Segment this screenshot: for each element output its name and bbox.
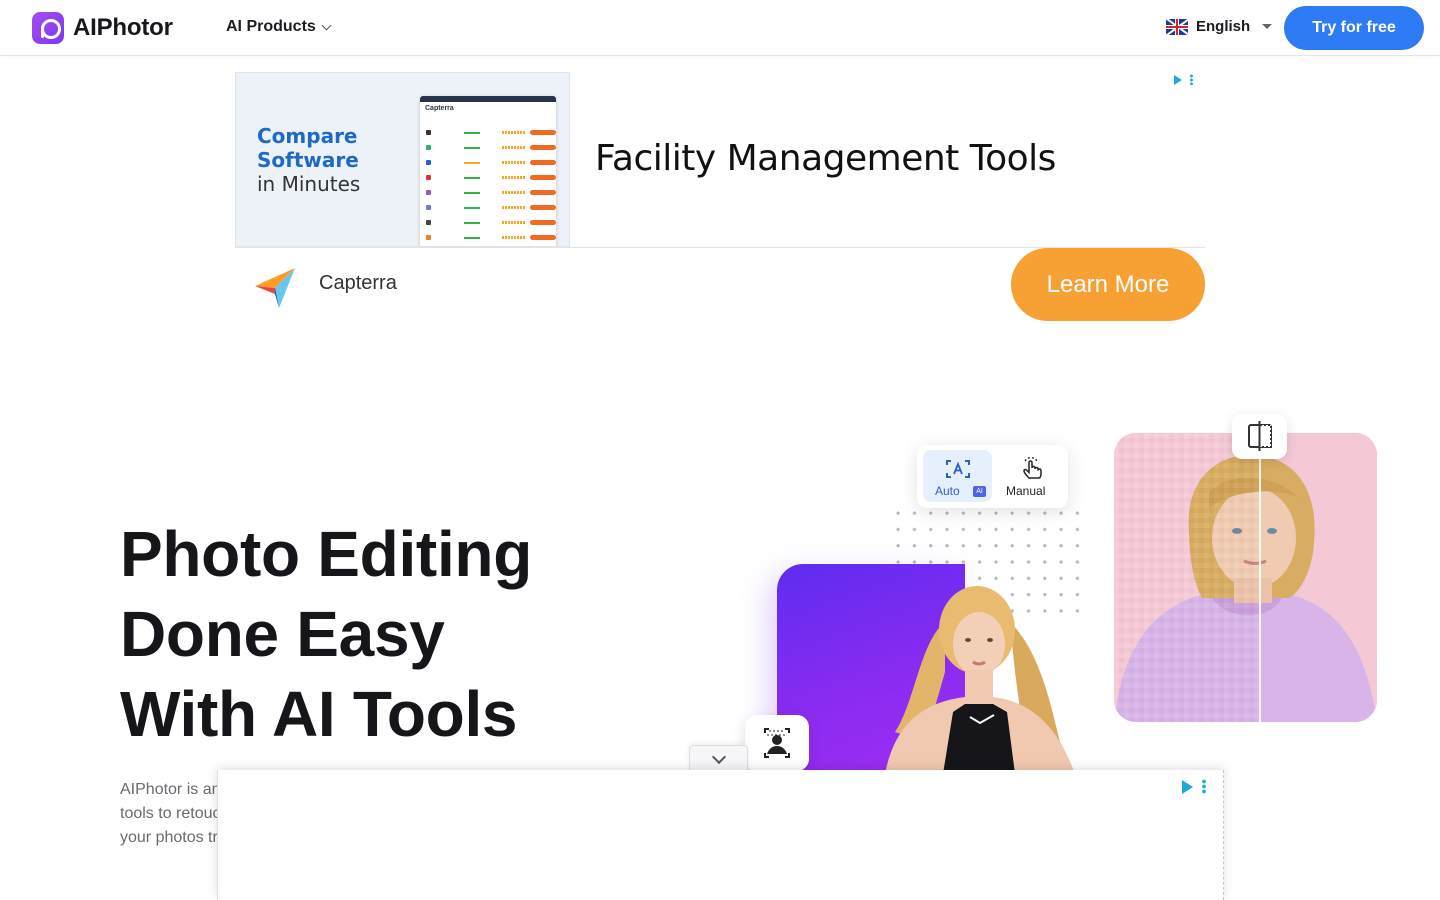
ad-image-headline-line1: Compare	[257, 124, 358, 148]
ad-image-headline: Compare Software in Minutes	[257, 124, 360, 196]
top-advertisement[interactable]: Compare Software in Minutes Capterra Fac…	[235, 72, 1205, 322]
brand-logo[interactable]: AIPhotor	[32, 12, 173, 44]
hero-description: AIPhotor is an tools to retouc your phot…	[120, 778, 230, 850]
caret-down-icon	[1262, 24, 1273, 29]
mockup-brand: Capterra	[425, 105, 454, 112]
hero-title: Photo Editing Done Easy With AI Tools	[120, 514, 680, 754]
hero-title-line: Photo Editing	[120, 518, 533, 590]
auto-mode-option[interactable]: Auto AI	[923, 450, 992, 502]
chevron-down-icon	[321, 20, 332, 30]
hero-title-line: Done Easy	[120, 598, 445, 670]
software-comparison-mockup: Capterra	[420, 96, 556, 246]
hero-title-line: With AI Tools	[120, 678, 518, 750]
collapse-ad-tab[interactable]	[689, 745, 748, 772]
capterra-logo-icon[interactable]	[253, 266, 297, 310]
ad-image[interactable]: Compare Software in Minutes Capterra	[235, 72, 570, 247]
ad-menu-icon[interactable]	[1202, 779, 1206, 794]
portrait-comparison	[1114, 433, 1377, 722]
ad-choices[interactable]	[1174, 74, 1193, 85]
ai-badge: AI	[973, 486, 986, 497]
site-header: AIPhotor AI Products English Try for fre…	[0, 0, 1440, 56]
model-photo	[885, 586, 1075, 774]
try-for-free-button[interactable]: Try for free	[1284, 6, 1424, 50]
ad-headline[interactable]: Facility Management Tools	[595, 138, 1056, 179]
manual-mode-label: Manual	[1006, 484, 1046, 498]
before-after-compare-image[interactable]	[1114, 433, 1377, 722]
compare-slider-handle[interactable]	[1232, 414, 1287, 459]
auto-scan-icon	[946, 460, 970, 478]
ad-menu-icon[interactable]	[1190, 74, 1193, 85]
hero-description-line: AIPhotor is an	[120, 781, 221, 798]
edit-mode-toggle: Auto AI Manual	[917, 445, 1068, 508]
aiphotor-logo-icon	[32, 12, 64, 44]
face-detect-button[interactable]	[745, 715, 809, 771]
manual-mode-option[interactable]: Manual	[999, 450, 1065, 502]
hero-description-line: tools to retouc	[120, 805, 221, 822]
ad-choices[interactable]	[1182, 779, 1206, 794]
hero-model-image	[777, 564, 1087, 774]
hand-pointer-icon	[1023, 456, 1042, 479]
adchoices-icon[interactable]	[1182, 779, 1193, 794]
language-selector[interactable]: English	[1166, 18, 1273, 35]
ad-image-headline-line3: in Minutes	[257, 172, 361, 196]
uk-flag-icon	[1166, 18, 1188, 35]
learn-more-button[interactable]: Learn More	[1011, 248, 1205, 321]
chevron-down-icon	[711, 749, 727, 765]
language-label: English	[1196, 18, 1251, 35]
portrait-scan-icon	[764, 728, 790, 758]
ad-advertiser-name[interactable]: Capterra	[319, 272, 397, 295]
nav-ai-products-label: AI Products	[226, 18, 316, 35]
brand-name: AIPhotor	[73, 14, 173, 41]
nav-ai-products-menu[interactable]: AI Products	[226, 18, 332, 36]
ad-image-headline-line2: Software	[257, 148, 359, 172]
hero-description-line: your photos tr	[120, 829, 218, 846]
split-compare-icon	[1248, 421, 1272, 451]
adchoices-icon[interactable]	[1174, 74, 1182, 85]
auto-mode-label: Auto	[935, 484, 960, 498]
bottom-sticky-advertisement[interactable]	[217, 770, 1224, 900]
